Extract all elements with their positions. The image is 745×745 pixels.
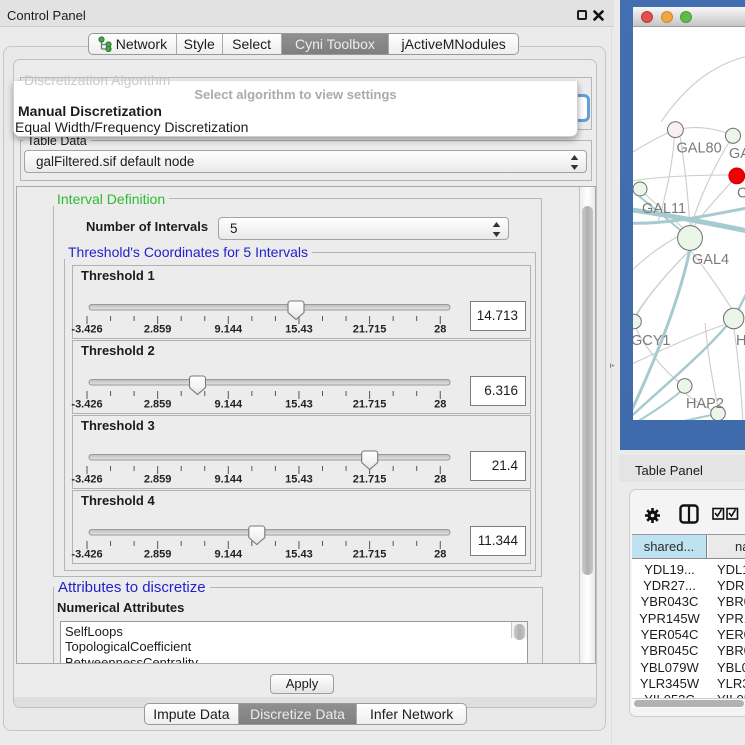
svg-text:-3.426: -3.426 bbox=[71, 549, 102, 561]
svg-text:9.144: 9.144 bbox=[215, 549, 243, 561]
svg-text:GA: GA bbox=[729, 146, 745, 162]
svg-text:15.43: 15.43 bbox=[285, 399, 313, 411]
svg-text:15.43: 15.43 bbox=[285, 324, 313, 336]
svg-text:GAL4: GAL4 bbox=[692, 252, 729, 268]
svg-text:21.715: 21.715 bbox=[353, 324, 387, 336]
svg-text:28: 28 bbox=[434, 474, 446, 486]
svg-text:21.715: 21.715 bbox=[353, 549, 387, 561]
svg-text:2.859: 2.859 bbox=[144, 399, 172, 411]
svg-text:28: 28 bbox=[434, 324, 446, 336]
svg-text:HAP2: HAP2 bbox=[686, 396, 724, 412]
svg-text:H: H bbox=[736, 333, 745, 349]
svg-text:-3.426: -3.426 bbox=[71, 324, 102, 336]
svg-text:2.859: 2.859 bbox=[144, 324, 172, 336]
svg-text:2.859: 2.859 bbox=[144, 474, 172, 486]
svg-text:-3.426: -3.426 bbox=[71, 474, 102, 486]
svg-text:2.859: 2.859 bbox=[144, 549, 172, 561]
svg-text:15.43: 15.43 bbox=[285, 549, 313, 561]
svg-text:28: 28 bbox=[434, 549, 446, 561]
svg-text:21.715: 21.715 bbox=[353, 474, 387, 486]
svg-text:GAL80: GAL80 bbox=[677, 141, 722, 157]
svg-text:GAL11: GAL11 bbox=[642, 201, 686, 217]
svg-text:28: 28 bbox=[434, 399, 446, 411]
svg-text:C: C bbox=[737, 186, 745, 202]
svg-text:GCY1: GCY1 bbox=[633, 333, 671, 349]
svg-text:15.43: 15.43 bbox=[285, 474, 313, 486]
svg-text:9.144: 9.144 bbox=[215, 399, 243, 411]
svg-text:21.715: 21.715 bbox=[353, 399, 387, 411]
svg-text:9.144: 9.144 bbox=[215, 474, 243, 486]
svg-text:-3.426: -3.426 bbox=[71, 399, 102, 411]
svg-text:9.144: 9.144 bbox=[215, 324, 243, 336]
